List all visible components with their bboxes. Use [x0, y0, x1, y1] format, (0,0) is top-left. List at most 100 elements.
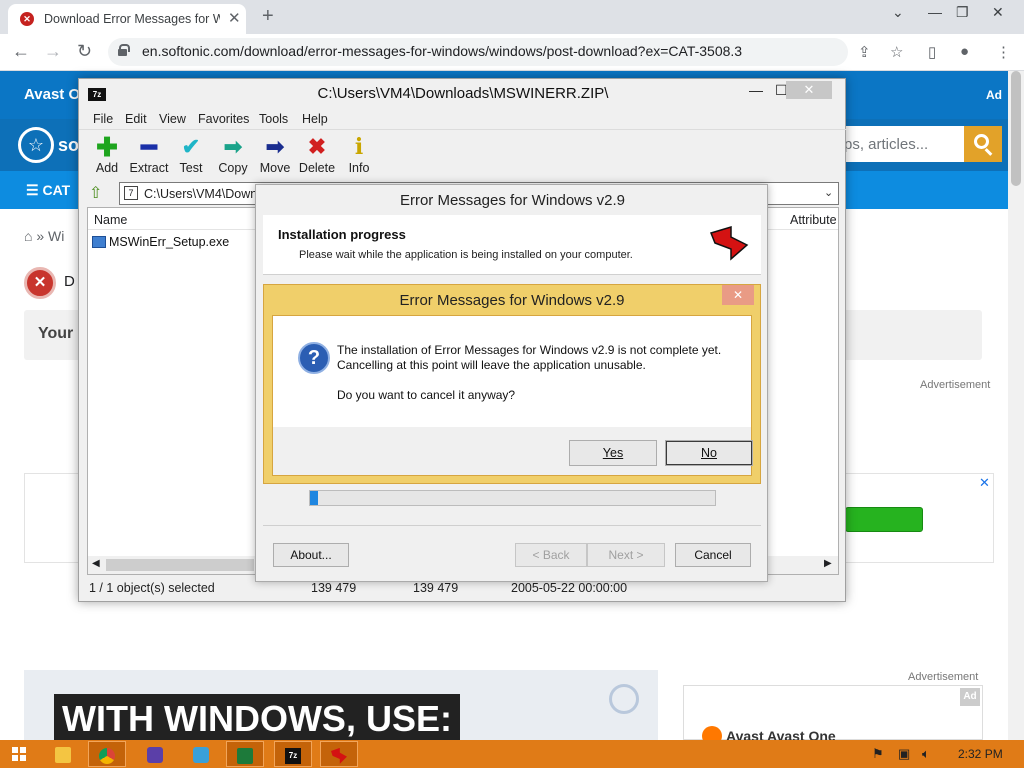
taskbar-7zip[interactable]: 7z	[274, 741, 312, 767]
7zip-menubar: File Edit View Favorites Tools Help	[79, 109, 847, 129]
yes-button[interactable]: Yes	[569, 440, 657, 466]
side-ad-label: Advertisement	[908, 671, 979, 683]
breadcrumb-item[interactable]: Wi	[48, 228, 64, 244]
share-icon[interactable]: ⇪	[858, 43, 871, 61]
taskbar-app-paint[interactable]	[182, 741, 220, 767]
column-attributes[interactable]: Attribute	[790, 213, 837, 227]
profile-icon[interactable]: ●	[960, 43, 969, 60]
url-text[interactable]: en.softonic.com/download/error-messages-…	[142, 43, 742, 59]
toolbar-info-button[interactable]: i Info	[337, 134, 381, 178]
folder-up-icon[interactable]: ⇧	[89, 183, 102, 203]
site-search-button[interactable]	[964, 126, 1002, 162]
scroll-right-icon[interactable]: ▶	[824, 558, 832, 569]
side-panel-icon[interactable]: ▯	[928, 43, 936, 61]
menu-help[interactable]: Help	[302, 112, 328, 126]
dialog-close-button[interactable]: ✕	[722, 285, 754, 305]
toolbar-copy-label: Copy	[218, 161, 248, 175]
minimize-icon[interactable]: —	[928, 4, 942, 20]
browser-tab[interactable]: ✕ Download Error Messages for Windows ✕	[8, 4, 246, 34]
menu-view[interactable]: View	[159, 112, 186, 126]
installer-header: Installation progress Please wait while …	[263, 215, 761, 275]
tab-search-icon[interactable]: ⌄	[892, 4, 904, 21]
softonic-logo-icon[interactable]: ☆	[18, 127, 54, 163]
dialog-message-line1: The installation of Error Messages for W…	[337, 343, 722, 357]
chrome-icon	[99, 747, 115, 764]
menu-kebab-icon[interactable]: ⋮	[996, 43, 1011, 61]
toolbar-delete-button[interactable]: ✖ Delete	[295, 134, 339, 178]
cancel-button[interactable]: Cancel	[675, 543, 751, 567]
next-button[interactable]: Next >	[587, 543, 665, 567]
taskbar-chrome[interactable]	[88, 741, 126, 767]
taskbar-excel[interactable]	[226, 741, 264, 767]
flag-icon[interactable]: ⚑	[872, 746, 884, 762]
menu-edit[interactable]: Edit	[125, 112, 147, 126]
taskbar-explorer[interactable]	[44, 741, 82, 767]
toolbar-info-label: Info	[348, 161, 370, 175]
column-name[interactable]: Name	[94, 213, 127, 227]
site-search-input[interactable]: ps, articles...	[832, 126, 964, 162]
close-window-icon[interactable]: ✕	[992, 4, 1004, 21]
new-tab-icon[interactable]: +	[262, 5, 274, 28]
taskbar-app-purple[interactable]	[136, 741, 174, 767]
horizontal-scrollbar-thumb[interactable]	[106, 559, 254, 571]
network-icon[interactable]: ▣	[898, 746, 910, 762]
categories-menu[interactable]: ☰ CAT	[26, 182, 70, 199]
page-scrollbar-thumb[interactable]	[1011, 71, 1021, 186]
info-icon: i	[354, 134, 364, 160]
side-ad[interactable]: Ad Avast Avast One	[683, 685, 983, 746]
toolbar-add-button[interactable]: ✚ Add	[85, 134, 129, 178]
menu-file[interactable]: File	[93, 112, 113, 126]
installer-heading: Installation progress	[278, 227, 406, 242]
site-search-placeholder: ps, articles...	[844, 136, 929, 153]
list-item[interactable]: MSWinErr_Setup.exe	[92, 235, 229, 249]
installer-subheading: Please wait while the application is bei…	[299, 249, 633, 261]
menu-favorites[interactable]: Favorites	[198, 112, 249, 126]
dialog-message-area: ? The installation of Error Messages for…	[273, 316, 751, 427]
scroll-left-icon[interactable]: ◀	[92, 558, 100, 569]
taskbar: 7z ⚑ ▣ 🔈︎ 2:32 PM	[0, 740, 1024, 768]
video-player[interactable]: WITH WINDOWS, USE:	[24, 670, 658, 740]
page-scrollbar[interactable]	[1008, 71, 1024, 740]
volume-icon[interactable]: 🔈︎	[922, 746, 930, 762]
promo-ad-label: Ad	[986, 88, 1002, 102]
toolbar-copy-button[interactable]: ➡ Copy	[211, 134, 255, 178]
no-button[interactable]: No	[665, 440, 753, 466]
lock-icon[interactable]	[118, 44, 130, 56]
back-button[interactable]: < Back	[515, 543, 587, 567]
bookmark-star-icon[interactable]: ☆	[890, 43, 903, 61]
ad-cta-button[interactable]	[845, 507, 923, 532]
forward-icon[interactable]: →	[44, 41, 62, 62]
toolbar-test-button[interactable]: ✔ Test	[169, 134, 213, 178]
toolbar-delete-label: Delete	[298, 161, 336, 175]
toolbar-move-label: Move	[259, 161, 291, 175]
install-progress-fill	[310, 491, 318, 505]
toolbar-move-button[interactable]: ➡ Move	[253, 134, 297, 178]
menu-tools[interactable]: Tools	[259, 112, 288, 126]
7zip-toolbar: ✚ Add ━ Extract ✔ Test ➡ Copy ➡ Move ✖ D…	[79, 129, 847, 179]
ad-close-icon[interactable]: ✕	[979, 475, 990, 491]
categories-label: CAT	[42, 182, 71, 198]
reload-icon[interactable]: ↻	[77, 41, 92, 62]
taskbar-installer[interactable]	[320, 741, 358, 767]
back-icon[interactable]: ←	[12, 41, 30, 62]
toolbar-extract-button[interactable]: ━ Extract	[127, 134, 171, 178]
copy-icon: ➡	[223, 134, 243, 159]
tab-title: Download Error Messages for Windows	[44, 12, 220, 26]
clock[interactable]: 2:32 PM	[958, 747, 1003, 761]
video-watermark-icon	[609, 684, 639, 714]
toolbar-test-label: Test	[179, 161, 203, 175]
tab-close-icon[interactable]: ✕	[228, 9, 241, 27]
7zip-close-button[interactable]: ✕	[786, 81, 832, 99]
address-bar-row: ← → ↻ en.softonic.com/download/error-mes…	[0, 34, 1024, 71]
about-button[interactable]: About...	[273, 543, 349, 567]
installer-separator	[263, 525, 761, 526]
chevron-down-icon[interactable]: ⌄	[824, 186, 833, 199]
7zip-minimize-icon[interactable]: —	[749, 82, 763, 98]
restore-icon[interactable]: ❐	[956, 4, 969, 21]
home-icon[interactable]: ⌂	[24, 228, 32, 244]
search-icon	[974, 134, 989, 149]
start-button-windows-icon[interactable]	[12, 747, 26, 761]
move-icon: ➡	[265, 134, 285, 159]
site-logo-text[interactable]: so	[58, 135, 79, 156]
omnibox[interactable]: en.softonic.com/download/error-messages-…	[108, 38, 848, 66]
